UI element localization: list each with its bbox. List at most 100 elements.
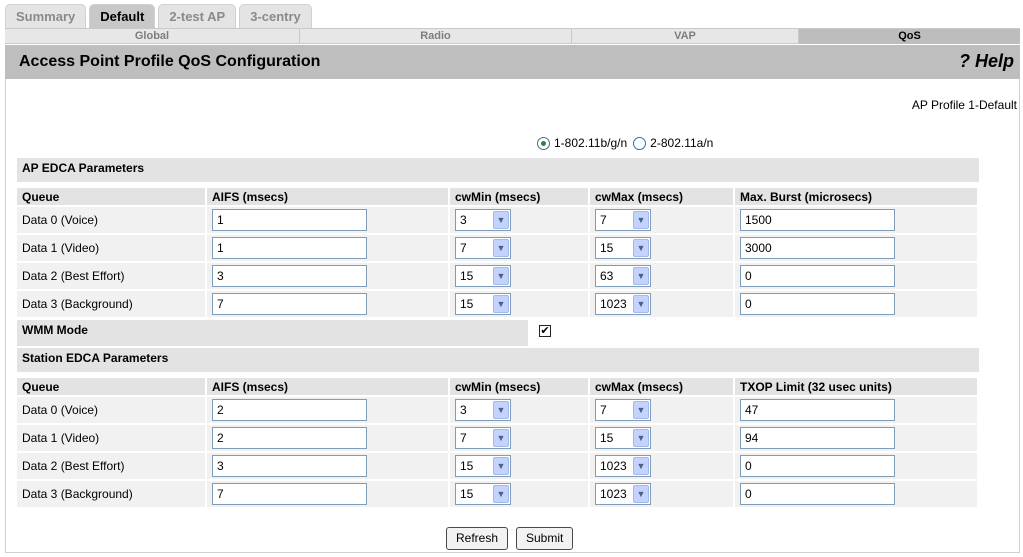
cwmax-select[interactable]: 63 ▼ [595,265,651,287]
col-header: cwMax (msecs) [590,378,735,395]
aifs-input[interactable] [212,483,367,505]
chevron-down-icon[interactable]: ▼ [633,401,649,419]
cwmax-value: 15 [600,431,614,445]
ap-edca-table: Queue AIFS (msecs) cwMin (msecs) cwMax (… [17,188,979,317]
subtab-radio[interactable]: Radio [300,29,572,44]
cwmin-select[interactable]: 3 ▼ [455,209,511,231]
subtab-global[interactable]: Global [5,29,300,44]
sub-tabs: Global Radio VAP QoS [5,28,1020,44]
tab-2-test-ap[interactable]: 2-test AP [158,4,237,28]
col-header: Queue [17,188,207,205]
cwmin-select[interactable]: 15 ▼ [455,293,511,315]
cwmin-value: 15 [460,487,474,501]
radio-icon[interactable] [633,136,647,150]
cwmax-value: 7 [600,213,607,227]
band-option-1-label: 1-802.11b/g/n [554,136,628,150]
queue-label: Data 1 (Video) [17,233,207,261]
tab-3-centry[interactable]: 3-centry [239,4,312,28]
cwmax-select[interactable]: 7 ▼ [595,399,651,421]
cwmax-value: 7 [600,403,607,417]
txop-limit-input[interactable] [740,399,895,421]
aifs-input[interactable] [212,265,367,287]
subtab-vap[interactable]: VAP [572,29,799,44]
txop-limit-input[interactable] [740,427,895,449]
chevron-down-icon[interactable]: ▼ [493,457,509,475]
cwmax-select[interactable]: 15 ▼ [595,237,651,259]
chevron-down-icon[interactable]: ▼ [493,429,509,447]
aifs-input[interactable] [212,293,367,315]
cwmax-value: 1023 [600,459,627,473]
checkmark-icon: ✔ [540,325,550,337]
cwmax-value: 1023 [600,297,627,311]
cwmax-select[interactable]: 7 ▼ [595,209,651,231]
radio-icon[interactable] [537,136,550,150]
cwmin-select[interactable]: 15 ▼ [455,483,511,505]
cwmin-select[interactable]: 15 ▼ [455,455,511,477]
aifs-input[interactable] [212,237,367,259]
cwmin-select[interactable]: 15 ▼ [455,265,511,287]
cwmax-value: 63 [600,269,614,283]
table-row: Data 3 (Background) 15 ▼ 1023 ▼ [17,289,979,317]
table-row: Data 2 (Best Effort) 15 ▼ 63 ▼ [17,261,979,289]
cwmax-select[interactable]: 1023 ▼ [595,293,651,315]
wmm-mode-checkbox[interactable]: ✔ [539,325,551,337]
cwmin-select[interactable]: 3 ▼ [455,399,511,421]
aifs-input[interactable] [212,209,367,231]
refresh-button[interactable]: Refresh [446,527,509,550]
cwmin-value: 3 [460,403,467,417]
chevron-down-icon[interactable]: ▼ [633,429,649,447]
band-selector: 1-802.11b/g/n 2-802.11a/n [537,136,719,150]
profile-label: AP Profile 1-Default [911,98,1017,112]
max-burst-input[interactable] [740,237,895,259]
tab-default[interactable]: Default [89,4,156,28]
chevron-down-icon[interactable]: ▼ [493,485,509,503]
aifs-input[interactable] [212,427,367,449]
chevron-down-icon[interactable]: ▼ [633,457,649,475]
top-tabs: Summary Default 2-test AP 3-centry [5,4,315,28]
txop-limit-input[interactable] [740,455,895,477]
page-title: Access Point Profile QoS Configuration [19,53,321,70]
queue-label: Data 3 (Background) [17,479,207,507]
aifs-input[interactable] [212,455,367,477]
col-header: TXOP Limit (32 usec units) [735,378,979,395]
chevron-down-icon[interactable]: ▼ [633,239,649,257]
cwmin-value: 3 [460,213,467,227]
cwmin-select[interactable]: 7 ▼ [455,427,511,449]
chevron-down-icon[interactable]: ▼ [493,267,509,285]
chevron-down-icon[interactable]: ▼ [633,267,649,285]
queue-label: Data 3 (Background) [17,289,207,317]
col-header: cwMin (msecs) [450,378,590,395]
tab-summary[interactable]: Summary [5,4,87,28]
submit-button[interactable]: Submit [516,527,574,550]
max-burst-input[interactable] [740,265,895,287]
help-link[interactable]: ? Help [959,51,1014,72]
chevron-down-icon[interactable]: ▼ [633,485,649,503]
ap-edca-section-title: AP EDCA Parameters [17,158,979,182]
table-header-row: Queue AIFS (msecs) cwMin (msecs) cwMax (… [17,378,979,395]
cwmax-select[interactable]: 1023 ▼ [595,455,651,477]
station-edca-section-title: Station EDCA Parameters [17,348,979,372]
chevron-down-icon[interactable]: ▼ [493,295,509,313]
chevron-down-icon[interactable]: ▼ [633,211,649,229]
chevron-down-icon[interactable]: ▼ [493,239,509,257]
col-header: Queue [17,378,207,395]
chevron-down-icon[interactable]: ▼ [493,401,509,419]
cwmax-select[interactable]: 15 ▼ [595,427,651,449]
max-burst-input[interactable] [740,209,895,231]
cwmin-select[interactable]: 7 ▼ [455,237,511,259]
wmm-mode-label: WMM Mode [17,320,528,346]
chevron-down-icon[interactable]: ▼ [493,211,509,229]
header-bar: Access Point Profile QoS Configuration ?… [5,45,1020,79]
subtab-qos[interactable]: QoS [799,29,1020,44]
cwmin-value: 15 [460,459,474,473]
chevron-down-icon[interactable]: ▼ [633,295,649,313]
cwmax-select[interactable]: 1023 ▼ [595,483,651,505]
max-burst-input[interactable] [740,293,895,315]
cwmin-value: 15 [460,297,474,311]
aifs-input[interactable] [212,399,367,421]
cwmax-value: 1023 [600,487,627,501]
txop-limit-input[interactable] [740,483,895,505]
cwmin-value: 7 [460,431,467,445]
band-option-2-label: 2-802.11a/n [650,136,714,150]
table-row: Data 1 (Video) 7▼ 15▼ [17,423,979,451]
